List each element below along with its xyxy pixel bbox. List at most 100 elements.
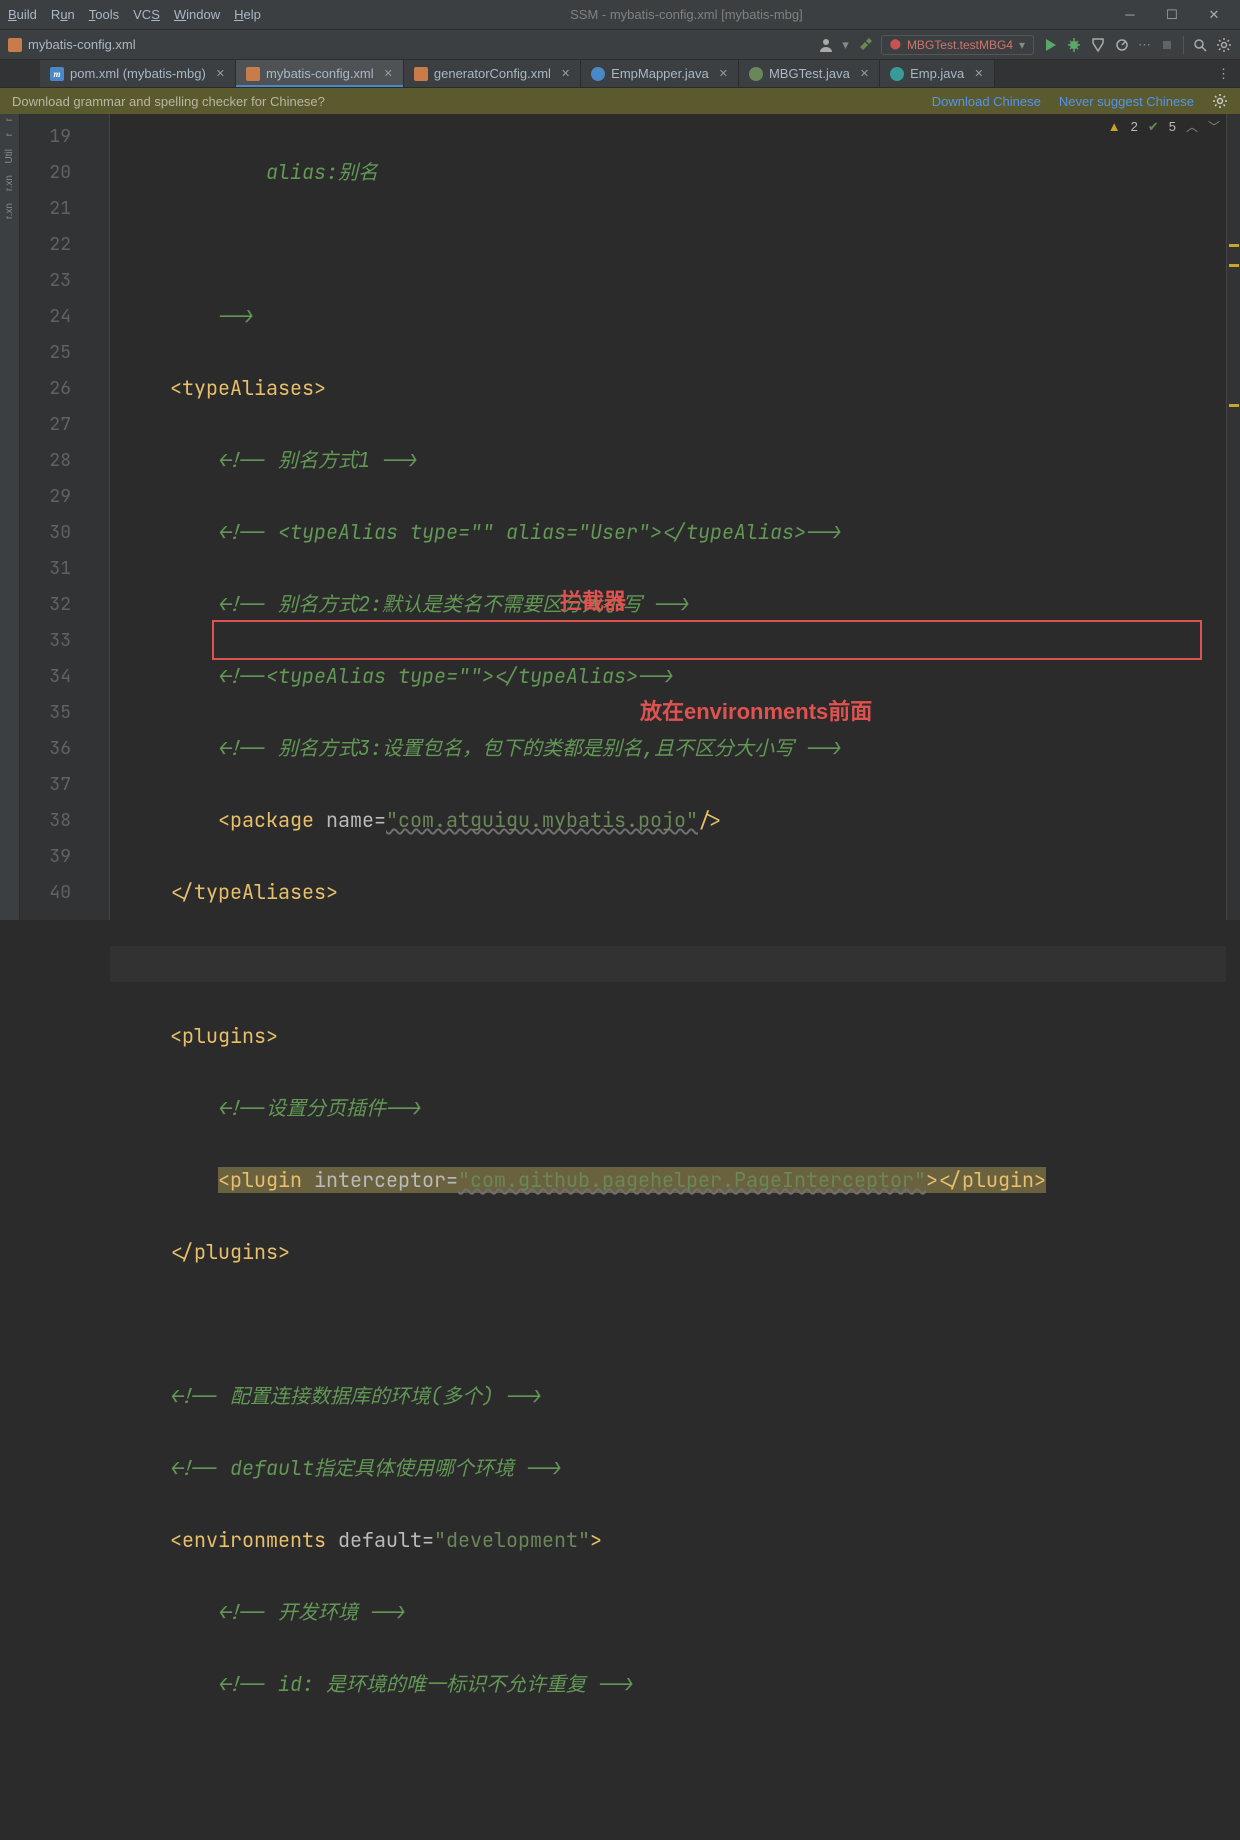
tab-generator-config[interactable]: generatorConfig.xml ✕ (404, 60, 581, 87)
tab-label: pom.xml (mybatis-mbg) (70, 66, 206, 81)
banner-link-download[interactable]: Download Chinese (932, 94, 1041, 109)
line-number: 40 (20, 874, 109, 910)
warning-icon: ▲ (1108, 119, 1121, 134)
nav-file: mybatis-config.xml (28, 37, 136, 52)
close-tab-icon[interactable]: ✕ (974, 67, 983, 80)
menu-help[interactable]: Help (234, 7, 261, 22)
line-number: 34 (20, 658, 109, 694)
code-tag: package (230, 807, 314, 833)
tab-label: EmpMapper.java (611, 66, 709, 81)
code-text: <!-- 别名方式3:设置包名，包下的类都是别名,且不区分大小写 --> (218, 735, 842, 761)
code-text: <!-- 开发环境 --> (218, 1599, 406, 1625)
user-icon[interactable] (818, 37, 834, 53)
gutter[interactable]: 19 20 21 22 23 24 25 26 27 28 29 30 31 3… (20, 114, 110, 920)
error-stripe[interactable] (1226, 114, 1240, 920)
profile-icon[interactable] (1114, 37, 1130, 53)
menu-tools[interactable]: Tools (89, 7, 119, 22)
close-tab-icon[interactable]: ✕ (719, 67, 728, 80)
code-tag: plugin (230, 1167, 302, 1193)
tab-emp-java[interactable]: Emp.java ✕ (880, 60, 994, 87)
coverage-icon[interactable] (1090, 37, 1106, 53)
line-number: 33 (20, 622, 109, 658)
editor[interactable]: ▲ 2 ✔ 5 ︿ ﹀ 19 20 21 22 23 24 25 26 27 28 … (20, 114, 1240, 920)
rail-item[interactable]: r.xn (4, 175, 15, 191)
close-button[interactable]: ✕ (1196, 1, 1232, 29)
run-config-label: MBGTest.testMBG4 (907, 38, 1013, 52)
line-number: 31 (20, 550, 109, 586)
rail-item[interactable]: r.xn (4, 203, 15, 219)
banner-link-never[interactable]: Never suggest Chinese (1059, 94, 1194, 109)
minimize-button[interactable]: ─ (1112, 1, 1148, 29)
line-number: 26 (20, 370, 109, 406)
xml-file-icon (246, 67, 260, 81)
code-text: alias:别名 (266, 159, 378, 185)
line-number: 37 (20, 766, 109, 802)
search-icon[interactable] (1192, 37, 1208, 53)
window-title: SSM - mybatis-config.xml [mybatis-mbg] (275, 7, 1098, 22)
code-text: <!-- <typeAlias type="" alias="User"></t… (218, 519, 842, 545)
code-attr: interceptor= (314, 1167, 458, 1193)
left-tool-window-rail[interactable]: r r Util r.xn r.xn (0, 114, 20, 920)
menu-bar: Build Run Tools VCS Window Help (8, 7, 261, 22)
menu-build[interactable]: Build (8, 7, 37, 22)
title-bar: Build Run Tools VCS Window Help SSM - my… (0, 0, 1240, 30)
tab-pom-xml[interactable]: m pom.xml (mybatis-mbg) ✕ (40, 60, 236, 87)
settings-gear-icon[interactable] (1212, 93, 1228, 109)
rail-item[interactable]: Util (4, 149, 15, 163)
code-area[interactable]: alias:别名 --> <typeAliases> <!-- 别名方式1 --… (110, 114, 1226, 920)
tab-mybatis-config[interactable]: mybatis-config.xml ✕ (236, 60, 404, 87)
window-controls: ─ ☐ ✕ (1112, 1, 1232, 29)
code-text: <!-- 别名方式2:默认是类名不需要区分大小写 --> (218, 591, 690, 617)
inspection-summary[interactable]: ▲ 2 ✔ 5 ︿ ﹀ (1108, 118, 1220, 135)
annotation-label-2: 放在environments前面 (640, 694, 872, 730)
rail-item[interactable]: r (4, 133, 15, 136)
stop-icon[interactable] (1159, 37, 1175, 53)
tab-mbgtest-java[interactable]: MBGTest.java ✕ (739, 60, 880, 87)
settings-gear-icon[interactable] (1216, 37, 1232, 53)
close-tab-icon[interactable]: ✕ (860, 67, 869, 80)
line-number: 36 (20, 730, 109, 766)
typo-icon: ✔ (1148, 119, 1159, 135)
run-icon[interactable] (1042, 37, 1058, 53)
main-area: r r Util r.xn r.xn ▲ 2 ✔ 5 ︿ ﹀ 19 20 21 22… (0, 114, 1240, 920)
debug-icon[interactable] (1066, 37, 1082, 53)
maven-file-icon: m (50, 67, 64, 81)
close-tab-icon[interactable]: ✕ (384, 67, 393, 80)
line-number: 21 (20, 190, 109, 226)
rail-item[interactable]: r (4, 118, 15, 121)
line-number: 28 (20, 442, 109, 478)
line-number: 23 (20, 262, 109, 298)
line-number: 22 (20, 226, 109, 262)
code-tag: plugin (962, 1167, 1034, 1193)
chevron-up-icon[interactable]: ︿ (1186, 118, 1198, 135)
code-tag: plugins (194, 1239, 278, 1265)
code-text: <!-- default指定具体使用哪个环境 --> (170, 1455, 562, 1481)
chevron-down-icon[interactable]: ﹀ (1208, 118, 1220, 135)
tabs-overflow[interactable]: ⋮ (1207, 60, 1240, 87)
xml-file-icon (8, 38, 22, 52)
line-number: 39 (20, 838, 109, 874)
close-tab-icon[interactable]: ✕ (561, 67, 570, 80)
menu-vcs[interactable]: VCS (133, 7, 160, 22)
menu-window[interactable]: Window (174, 7, 220, 22)
hammer-build-icon[interactable] (857, 37, 873, 53)
menu-run[interactable]: Run (51, 7, 75, 22)
warning-count: 2 (1131, 119, 1138, 134)
java-test-icon (749, 67, 763, 81)
code-text: <!-- id: 是环境的唯一标识不允许重复 --> (218, 1671, 634, 1697)
line-number: 29 (20, 478, 109, 514)
toolbar: mybatis-config.xml ▾ ⬤ MBGTest.testMBG4 … (0, 30, 1240, 60)
editor-tabs: m pom.xml (mybatis-mbg) ✕ mybatis-config… (0, 60, 1240, 88)
annotation-box (212, 620, 1202, 660)
xml-file-icon (414, 67, 428, 81)
maximize-button[interactable]: ☐ (1154, 1, 1190, 29)
tab-empmapper-java[interactable]: EmpMapper.java ✕ (581, 60, 739, 87)
navigation-bar[interactable]: mybatis-config.xml (8, 37, 810, 52)
stripe-warning-mark[interactable] (1229, 264, 1239, 267)
typo-count: 5 (1169, 119, 1176, 134)
stripe-warning-mark[interactable] (1229, 244, 1239, 247)
run-configuration-selector[interactable]: ⬤ MBGTest.testMBG4 ▾ (881, 35, 1034, 55)
banner-text: Download grammar and spelling checker fo… (12, 94, 325, 109)
stripe-warning-mark[interactable] (1229, 404, 1239, 407)
close-tab-icon[interactable]: ✕ (216, 67, 225, 80)
